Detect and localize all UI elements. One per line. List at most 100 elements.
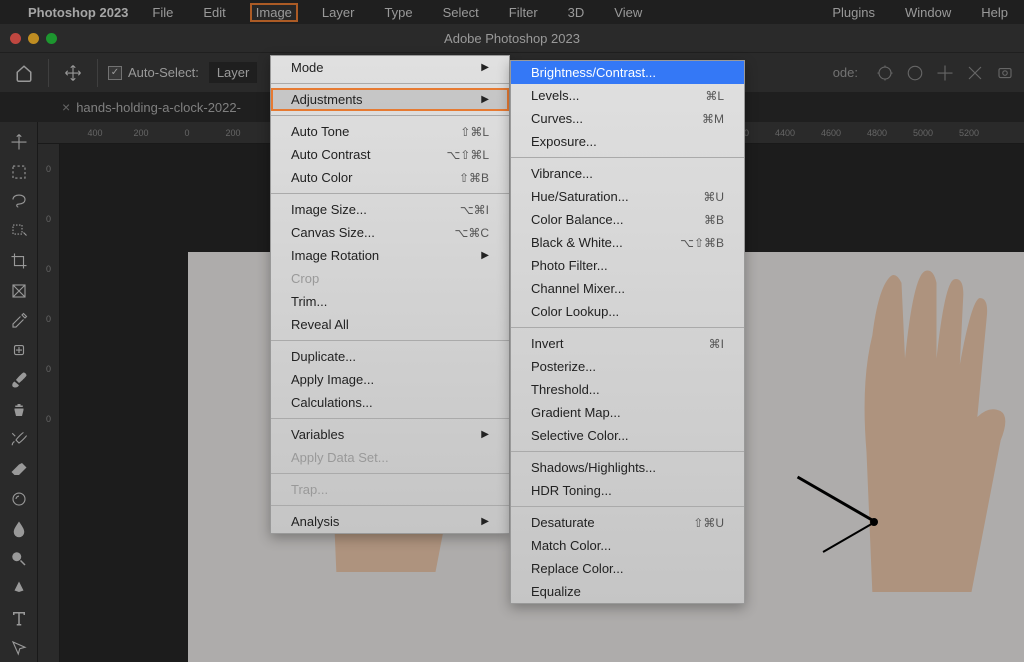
- adjustments-menu-item[interactable]: Invert ⌘I: [511, 332, 744, 355]
- menu-item-label: Variables: [291, 427, 344, 442]
- move-tool[interactable]: [2, 128, 36, 156]
- image-menu-item[interactable]: Image Size...⌥⌘I: [271, 198, 509, 221]
- menu-item-label: Black & White...: [531, 235, 623, 250]
- adjustments-menu-item[interactable]: Match Color...: [511, 534, 744, 557]
- app-name[interactable]: Photoshop 2023: [28, 5, 128, 20]
- brush-tool[interactable]: [2, 366, 36, 394]
- close-window-button[interactable]: [10, 33, 21, 44]
- image-menu-item[interactable]: Canvas Size...⌥⌘C: [271, 221, 509, 244]
- image-menu-item[interactable]: Variables▶: [271, 423, 509, 446]
- maximize-window-button[interactable]: [46, 33, 57, 44]
- adjustments-menu-item[interactable]: Desaturate⇧⌘U: [511, 511, 744, 534]
- menu-item-label: Duplicate...: [291, 349, 356, 364]
- image-menu-item[interactable]: Image Rotation▶: [271, 244, 509, 267]
- menu-item-shortcut: ⇧⌘B: [459, 171, 489, 185]
- blur-tool[interactable]: [2, 515, 36, 543]
- menu-item-label: Invert: [531, 336, 564, 351]
- adjustments-menu-item[interactable]: Levels...⌘L: [511, 84, 744, 107]
- menu-help[interactable]: Help: [975, 3, 1014, 22]
- adjustments-menu-item[interactable]: Channel Mixer...: [511, 277, 744, 300]
- adjustments-menu-item[interactable]: Color Lookup...: [511, 300, 744, 323]
- image-menu-item: Crop: [271, 267, 509, 290]
- history-brush-tool[interactable]: [2, 426, 36, 454]
- clone-stamp-tool[interactable]: [2, 396, 36, 424]
- close-tab-icon[interactable]: ×: [62, 99, 70, 115]
- move-tool-icon[interactable]: [59, 59, 87, 87]
- adjustments-menu-item[interactable]: Replace Color...: [511, 557, 744, 580]
- adjustments-menu-item[interactable]: Vibrance...: [511, 162, 744, 185]
- image-menu-item[interactable]: Duplicate...: [271, 345, 509, 368]
- image-menu-item: Apply Data Set...: [271, 446, 509, 469]
- menu-edit[interactable]: Edit: [197, 3, 231, 22]
- image-menu-item[interactable]: Apply Image...: [271, 368, 509, 391]
- menu-item-shortcut: ⌘I: [709, 337, 724, 351]
- minimize-window-button[interactable]: [28, 33, 39, 44]
- menu-select[interactable]: Select: [437, 3, 485, 22]
- vertical-ruler[interactable]: 0 0 0 0 0 0: [38, 144, 60, 662]
- eraser-tool[interactable]: [2, 456, 36, 484]
- adjustments-menu-item[interactable]: Exposure...: [511, 130, 744, 153]
- type-tool[interactable]: [2, 605, 36, 633]
- adjustments-menu-item[interactable]: Threshold...: [511, 378, 744, 401]
- path-selection-tool[interactable]: [2, 634, 36, 662]
- menu-3d[interactable]: 3D: [562, 3, 591, 22]
- document-tab[interactable]: × hands-holding-a-clock-2022-: [50, 99, 253, 115]
- crop-tool[interactable]: [2, 247, 36, 275]
- menu-separator: [511, 157, 744, 158]
- menu-separator: [271, 83, 509, 84]
- adjustments-menu-item[interactable]: HDR Toning...: [511, 479, 744, 502]
- marquee-tool[interactable]: [2, 158, 36, 186]
- image-menu-item[interactable]: Mode▶: [271, 56, 509, 79]
- menu-type[interactable]: Type: [378, 3, 418, 22]
- adjustments-menu-item[interactable]: Shadows/Highlights...: [511, 456, 744, 479]
- transform-controls-icons[interactable]: [876, 64, 1014, 82]
- image-menu-item[interactable]: Analysis▶: [271, 510, 509, 533]
- adjustments-menu-item[interactable]: Posterize...: [511, 355, 744, 378]
- adjustments-menu-item[interactable]: Gradient Map...: [511, 401, 744, 424]
- auto-select-checkbox[interactable]: ✓ Auto-Select:: [108, 65, 199, 80]
- adjustments-menu-item[interactable]: Photo Filter...: [511, 254, 744, 277]
- menu-item-shortcut: ⌥⌘C: [455, 226, 490, 240]
- healing-brush-tool[interactable]: [2, 336, 36, 364]
- menu-item-label: Channel Mixer...: [531, 281, 625, 296]
- image-menu-item[interactable]: Auto Tone⇧⌘L: [271, 120, 509, 143]
- adjustments-menu-item[interactable]: Equalize: [511, 580, 744, 603]
- checkbox-icon: ✓: [108, 66, 122, 80]
- menu-item-shortcut: ⌘L: [705, 89, 724, 103]
- menu-item-shortcut: ⌥⇧⌘L: [446, 148, 489, 162]
- menu-plugins[interactable]: Plugins: [826, 3, 881, 22]
- lasso-tool[interactable]: [2, 188, 36, 216]
- menu-filter[interactable]: Filter: [503, 3, 544, 22]
- layer-dropdown[interactable]: Layer: [209, 62, 258, 83]
- quick-selection-tool[interactable]: [2, 217, 36, 245]
- menu-separator: [511, 327, 744, 328]
- pen-tool[interactable]: [2, 575, 36, 603]
- menu-layer[interactable]: Layer: [316, 3, 361, 22]
- adjustments-menu-item[interactable]: Curves...⌘M: [511, 107, 744, 130]
- image-menu-item[interactable]: Reveal All: [271, 313, 509, 336]
- image-menu-item[interactable]: Calculations...: [271, 391, 509, 414]
- home-icon[interactable]: [10, 59, 38, 87]
- adjustments-menu-item[interactable]: Hue/Saturation...⌘U: [511, 185, 744, 208]
- menu-item-label: Auto Tone: [291, 124, 349, 139]
- menu-item-label: Apply Data Set...: [291, 450, 389, 465]
- eyedropper-tool[interactable]: [2, 307, 36, 335]
- image-menu-item[interactable]: Trim...: [271, 290, 509, 313]
- menu-window[interactable]: Window: [899, 3, 957, 22]
- menu-view[interactable]: View: [608, 3, 648, 22]
- frame-tool[interactable]: [2, 277, 36, 305]
- gradient-tool[interactable]: [2, 485, 36, 513]
- chevron-right-icon: ▶: [481, 516, 489, 527]
- menu-file[interactable]: File: [146, 3, 179, 22]
- adjustments-menu-item[interactable]: Selective Color...: [511, 424, 744, 447]
- image-menu-item: Trap...: [271, 478, 509, 501]
- adjustments-menu-item[interactable]: Brightness/Contrast...: [511, 61, 744, 84]
- image-menu-item[interactable]: Adjustments▶: [271, 88, 509, 111]
- adjustments-menu-item[interactable]: Color Balance...⌘B: [511, 208, 744, 231]
- menu-item-label: Match Color...: [531, 538, 611, 553]
- image-menu-item[interactable]: Auto Color⇧⌘B: [271, 166, 509, 189]
- adjustments-menu-item[interactable]: Black & White...⌥⇧⌘B: [511, 231, 744, 254]
- dodge-tool[interactable]: [2, 545, 36, 573]
- menu-image[interactable]: Image: [250, 3, 298, 22]
- image-menu-item[interactable]: Auto Contrast⌥⇧⌘L: [271, 143, 509, 166]
